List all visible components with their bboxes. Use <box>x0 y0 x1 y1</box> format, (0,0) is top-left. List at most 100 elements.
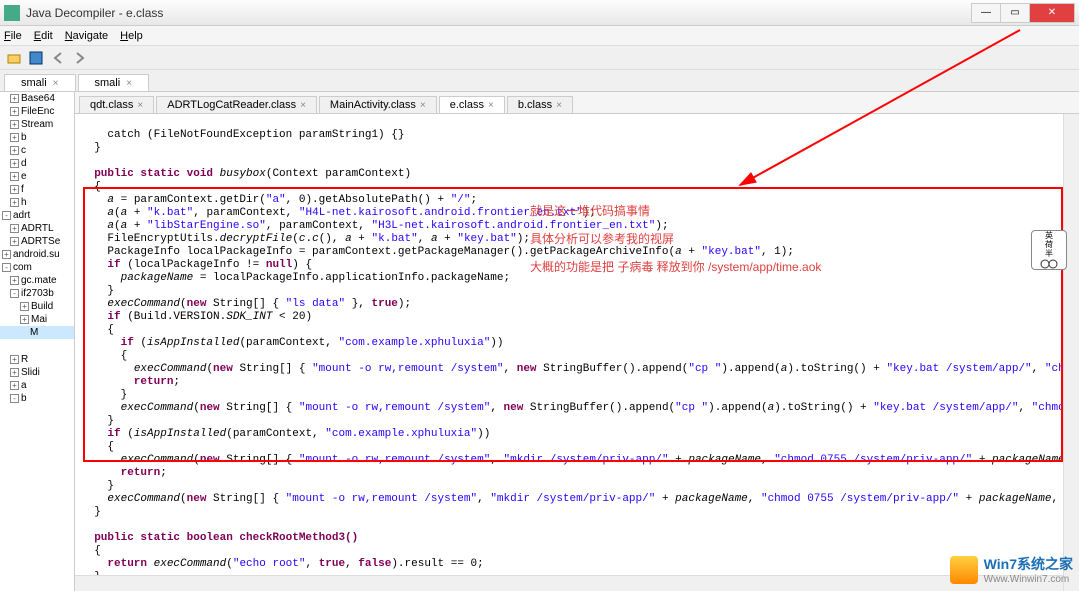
horizontal-scrollbar[interactable] <box>75 575 1063 591</box>
vertical-scrollbar[interactable] <box>1063 114 1079 591</box>
expander-icon[interactable]: + <box>10 355 19 364</box>
tree-label: Slidi <box>21 367 40 378</box>
c: PackageInfo localPackageInfo = paramCont… <box>81 246 675 258</box>
editor-tab[interactable]: b.class× <box>507 96 573 113</box>
c: String[] { <box>220 402 299 414</box>
tree-item[interactable]: +Slidi <box>0 366 74 379</box>
tree-item[interactable]: +gc.mate <box>0 274 74 287</box>
close-icon[interactable]: × <box>53 78 59 89</box>
c: "chmod 0755 /system/priv-app/" <box>761 493 959 505</box>
close-icon[interactable]: × <box>300 100 306 111</box>
expander-icon[interactable]: + <box>10 381 19 390</box>
expander-icon[interactable]: - <box>10 394 19 403</box>
c: + <box>682 246 702 258</box>
c: SDK_INT <box>226 311 272 323</box>
c: String[] { <box>220 454 299 466</box>
tree-item[interactable]: +Base64 <box>0 92 74 105</box>
expander-icon[interactable]: + <box>10 276 19 285</box>
tree-item[interactable]: +b <box>0 131 74 144</box>
tree-item[interactable]: +R <box>0 353 74 366</box>
code: (Context paramContext) <box>266 168 411 180</box>
toolbar-open-icon[interactable] <box>4 48 24 68</box>
tree-label: a <box>21 380 27 391</box>
tree-item[interactable]: M <box>0 326 74 339</box>
c: "a" <box>266 194 286 206</box>
close-icon[interactable]: × <box>126 78 132 89</box>
outer-tab[interactable]: smali× <box>4 74 76 91</box>
tree-item[interactable]: +Build <box>0 300 74 313</box>
tree-item[interactable]: +Stream <box>0 118 74 131</box>
toolbar-save-icon[interactable] <box>26 48 46 68</box>
expander-icon[interactable]: + <box>10 237 19 246</box>
c <box>81 493 107 505</box>
tree-item[interactable]: +android.su <box>0 248 74 261</box>
window-title: Java Decompiler - e.class <box>26 6 972 20</box>
toolbar <box>0 46 1079 70</box>
tree-label: M <box>30 327 38 338</box>
c: if <box>81 311 121 323</box>
expander-icon[interactable]: + <box>10 159 19 168</box>
expander-icon[interactable]: + <box>10 198 19 207</box>
expander-icon[interactable]: + <box>10 107 19 116</box>
close-button[interactable]: ✕ <box>1029 3 1075 23</box>
expander-icon[interactable]: + <box>10 146 19 155</box>
c: packageName <box>675 493 748 505</box>
maximize-button[interactable]: ▭ <box>1000 3 1030 23</box>
expander-icon[interactable]: + <box>10 120 19 129</box>
tree-item[interactable]: +a <box>0 379 74 392</box>
expander-icon[interactable]: + <box>10 368 19 377</box>
c: "mount -o rw,remount /system" <box>299 402 490 414</box>
tree-item[interactable]: +Mai <box>0 313 74 326</box>
tree-item[interactable]: +f <box>0 183 74 196</box>
expander-icon[interactable]: + <box>10 224 19 233</box>
menu-help[interactable]: Help <box>120 30 143 42</box>
expander-icon[interactable]: + <box>10 185 19 194</box>
expander-icon[interactable]: - <box>2 263 11 272</box>
tree-item[interactable]: +c <box>0 144 74 157</box>
c: ( <box>134 337 147 349</box>
expander-icon[interactable]: - <box>2 211 11 220</box>
tree-item[interactable]: +ADRTL <box>0 222 74 235</box>
tree-item[interactable]: -com <box>0 261 74 274</box>
menu-edit[interactable]: Edit <box>34 30 53 42</box>
c: String[] { <box>233 363 312 375</box>
editor-tab[interactable]: qdt.class× <box>79 96 154 113</box>
expander-icon[interactable]: + <box>10 133 19 142</box>
code-editor[interactable]: catch (FileNotFoundException paramString… <box>75 114 1079 591</box>
c: , <box>1018 402 1031 414</box>
expander-icon[interactable]: - <box>10 289 19 298</box>
expander-icon[interactable]: + <box>20 315 29 324</box>
close-icon[interactable]: × <box>137 100 143 111</box>
tree-item[interactable]: +h <box>0 196 74 209</box>
package-tree[interactable]: +Base64+FileEnc+Stream+b+c+d+e+f+h-adrt+… <box>0 92 75 591</box>
c: "mount -o rw,remount /system" <box>312 363 503 375</box>
tree-item[interactable] <box>0 415 74 417</box>
tree-item[interactable]: -b <box>0 392 74 405</box>
editor-tab[interactable]: ADRTLogCatReader.class× <box>156 96 317 113</box>
expander-icon[interactable]: + <box>2 250 11 259</box>
tree-item[interactable]: -if2703b <box>0 287 74 300</box>
close-icon[interactable]: × <box>420 100 426 111</box>
minimize-button[interactable]: — <box>971 3 1001 23</box>
tree-item[interactable]: +ADRTSe <box>0 235 74 248</box>
close-icon[interactable]: × <box>488 100 494 111</box>
c: isAppInstalled <box>134 428 226 440</box>
tree-item[interactable]: -adrt <box>0 209 74 222</box>
toolbar-forward-icon[interactable] <box>70 48 90 68</box>
c: < 20) <box>272 311 312 323</box>
tree-item[interactable]: +d <box>0 157 74 170</box>
close-icon[interactable]: × <box>556 100 562 111</box>
toolbar-back-icon[interactable] <box>48 48 68 68</box>
tree-item[interactable]: +e <box>0 170 74 183</box>
code-line: } <box>81 142 101 154</box>
outer-tab[interactable]: smali× <box>78 74 150 91</box>
expander-icon[interactable]: + <box>20 302 29 311</box>
expander-icon[interactable]: + <box>10 172 19 181</box>
menu-navigate[interactable]: Navigate <box>65 30 108 42</box>
menu-file[interactable]: File <box>4 30 22 42</box>
editor-tab[interactable]: MainActivity.class× <box>319 96 437 113</box>
tree-item[interactable]: +FileEnc <box>0 105 74 118</box>
expander-icon[interactable]: + <box>10 94 19 103</box>
editor-tab[interactable]: e.class× <box>439 96 505 113</box>
c: "echo root" <box>233 558 306 570</box>
